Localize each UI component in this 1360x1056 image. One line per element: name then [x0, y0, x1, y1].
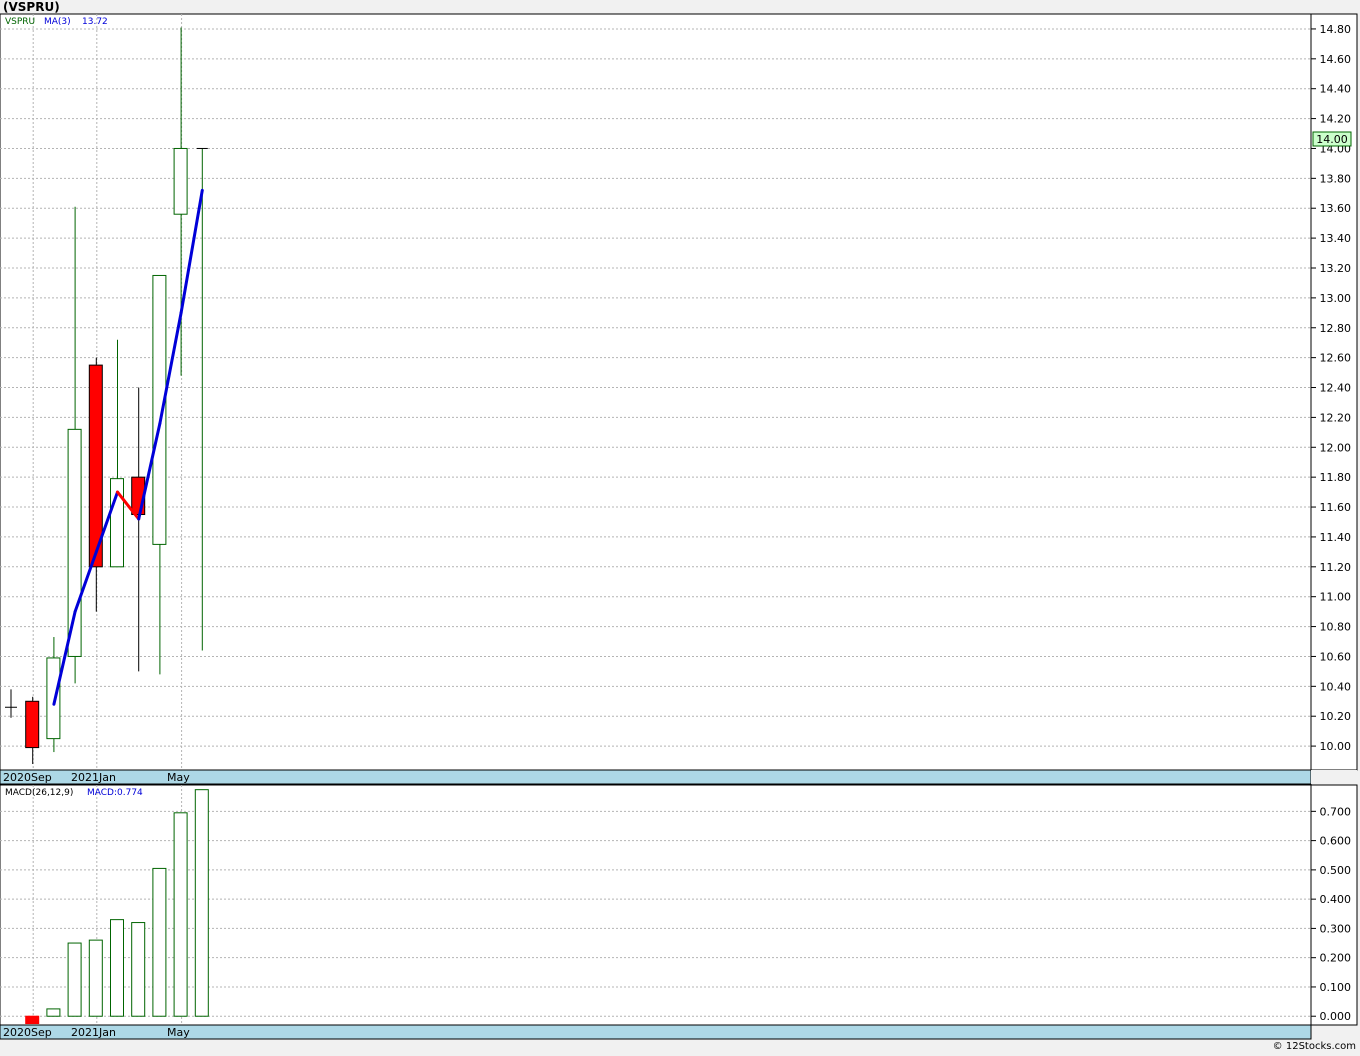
macd-tick-label: 0.300: [1320, 922, 1352, 935]
price-tick-label: 10.00: [1320, 740, 1352, 753]
macd-tick-label: 0.200: [1320, 952, 1352, 965]
macd-x-label: 2021Jan: [71, 1026, 116, 1039]
macd-tick-label: 0.700: [1320, 805, 1352, 818]
macd-x-label: 2020Sep: [3, 1026, 52, 1039]
macd-x-label: May: [167, 1026, 190, 1039]
price-tick-label: 11.40: [1320, 531, 1352, 544]
price-tick-label: 10.60: [1320, 650, 1352, 663]
legend-macd-label: MACD(26,12,9): [5, 788, 73, 798]
price-tick-label: 10.20: [1320, 710, 1352, 723]
candle-body: [25, 700, 40, 749]
macd-tick-label: 0.500: [1320, 864, 1352, 877]
price-x-label: 2021Jan: [71, 771, 116, 784]
price-tick-label: 11.00: [1320, 591, 1352, 604]
macd-bar: [25, 1015, 40, 1025]
price-tick-label: 14.20: [1320, 113, 1352, 126]
legend-macd-value: MACD:0.774: [87, 788, 143, 798]
price-tick-label: 11.80: [1320, 471, 1352, 484]
price-tick-label: 12.00: [1320, 441, 1352, 454]
price-tick-label: 13.20: [1320, 262, 1352, 275]
macd-bar: [67, 942, 82, 1017]
macd-bar: [46, 1008, 61, 1017]
price-tick-label: 13.80: [1320, 172, 1352, 185]
last-price-label: 14.00: [1316, 133, 1348, 146]
price-x-label: 2020Sep: [3, 771, 52, 784]
macd-bar: [88, 939, 103, 1017]
price-date-strip: [0, 769, 1312, 785]
price-tick-label: 12.80: [1320, 322, 1352, 335]
macd-bar: [194, 789, 209, 1017]
price-tick-label: 12.20: [1320, 411, 1352, 424]
price-tick-label: 13.40: [1320, 232, 1352, 245]
legend-ma-label: MA(3): [44, 17, 71, 27]
stock-chart: 10.00 10.20 10.40 10.60 10.80 11.00 11.20 11.40…: [0, 13, 1358, 1040]
macd-tick-label: 0.000: [1320, 1010, 1352, 1023]
price-date-strip-right: [1311, 770, 1357, 784]
price-tick-label: 14.80: [1320, 23, 1352, 36]
price-x-label: May: [167, 771, 190, 784]
price-tick-label: 10.80: [1320, 621, 1352, 634]
legend-symbol: VSPRU: [5, 17, 35, 27]
legend-ma-value: 13.72: [82, 17, 108, 27]
macd-bar: [110, 919, 124, 1017]
macd-tick-label: 0.400: [1320, 893, 1352, 906]
macd-bar: [173, 812, 188, 1017]
macd-tick-label: 0.100: [1320, 981, 1352, 994]
price-tick-label: 10.40: [1320, 680, 1352, 693]
price-tick-label: 12.40: [1320, 382, 1352, 395]
price-tick-label: 14.40: [1320, 83, 1352, 96]
credit-text: © 12Stocks.com: [1272, 1041, 1356, 1052]
macd-date-strip: [0, 1024, 1312, 1040]
candle-body: [46, 657, 61, 740]
price-tick-label: 11.20: [1320, 561, 1352, 574]
price-tick-label: 14.60: [1320, 53, 1352, 66]
macd-bar: [152, 867, 167, 1017]
macd-bar: [131, 922, 146, 1017]
candle-body: [67, 428, 82, 657]
candle-body: [173, 147, 188, 215]
price-tick-label: 12.60: [1320, 352, 1352, 365]
price-tick-label: 13.60: [1320, 202, 1352, 215]
price-tick-label: 11.60: [1320, 501, 1352, 514]
macd-tick-label: 0.600: [1320, 835, 1352, 848]
price-tick-label: 13.00: [1320, 292, 1352, 305]
